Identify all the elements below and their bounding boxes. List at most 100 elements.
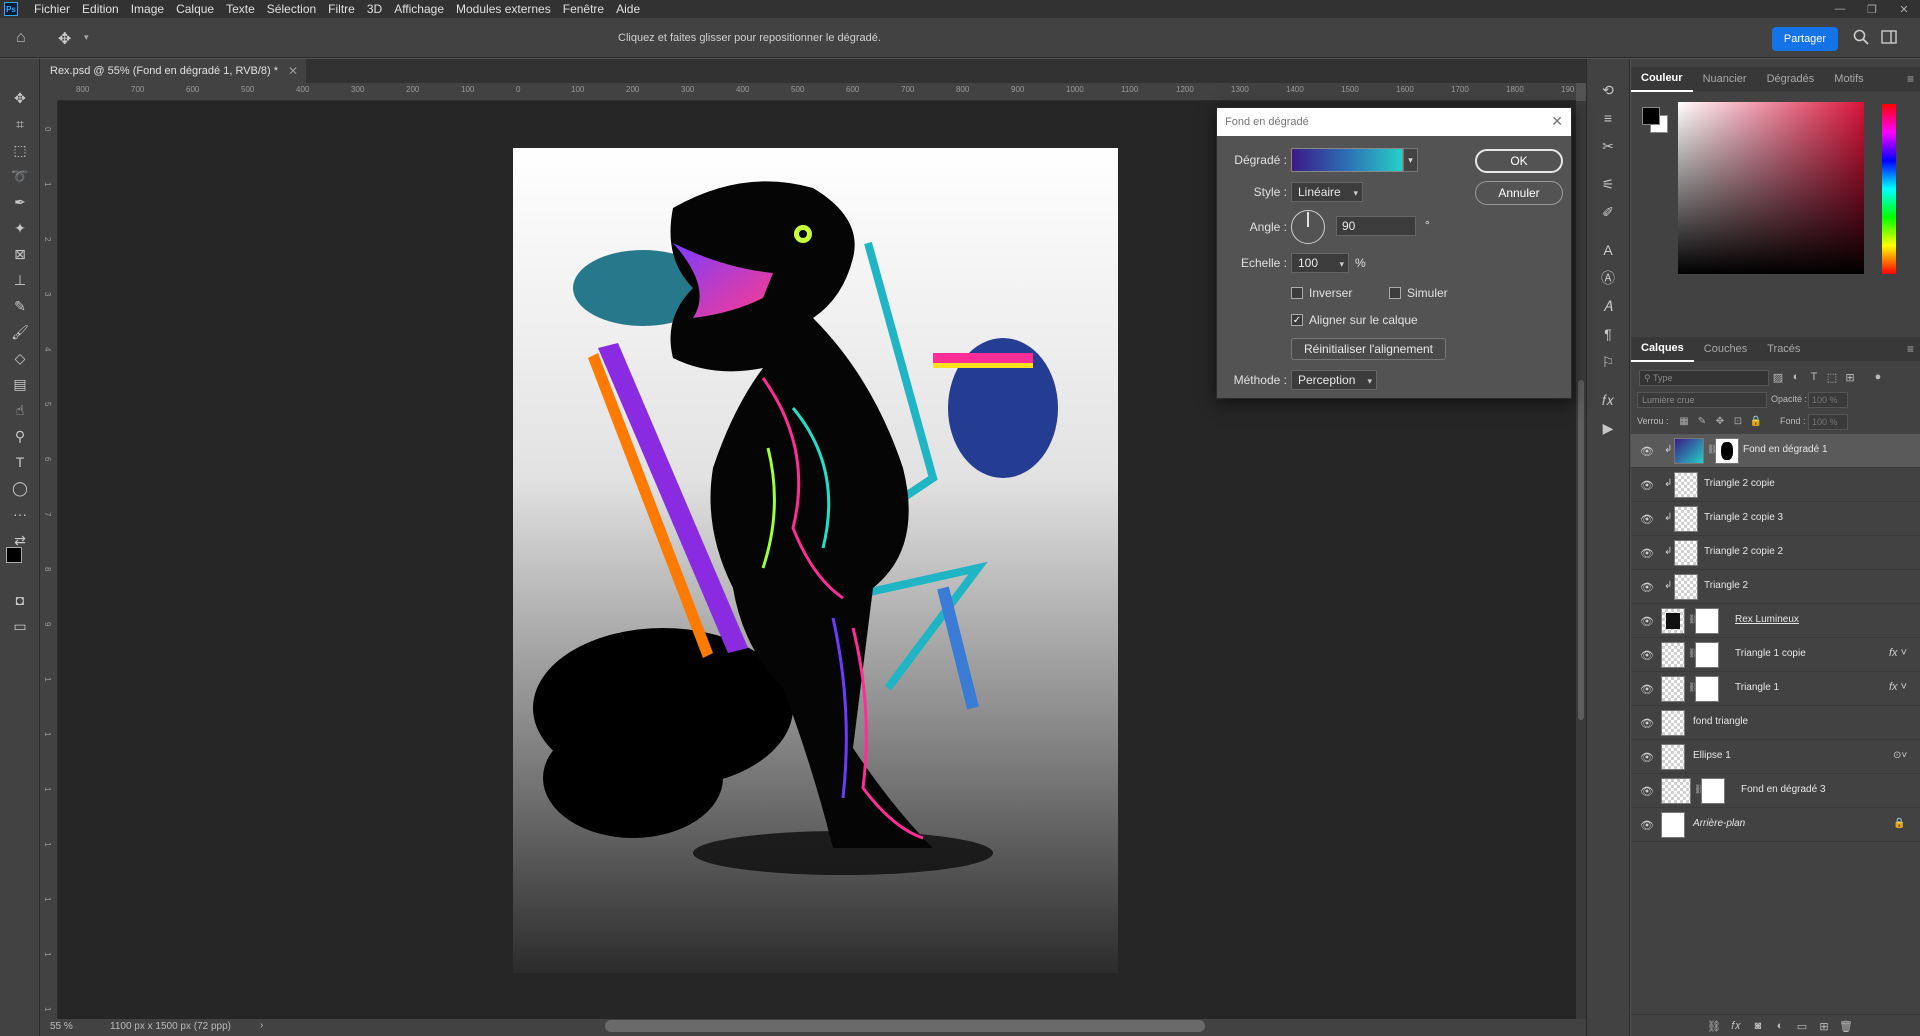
foreground-color[interactable] [1642, 107, 1660, 125]
ok-button[interactable]: OK [1475, 149, 1563, 173]
layer-row[interactable]: 👁 ↲ Triangle 2 [1631, 570, 1920, 604]
gradient-tool-icon[interactable]: ▤ [9, 373, 31, 395]
chevron-down-icon[interactable]: ▾ [84, 32, 89, 43]
menu-filtre[interactable]: Filtre [322, 0, 361, 18]
reverse-checkbox[interactable] [1291, 287, 1303, 299]
menu-modules-externes[interactable]: Modules externes [450, 0, 557, 18]
tab-traces[interactable]: Tracés [1757, 337, 1810, 361]
tab-couleur[interactable]: Couleur [1631, 66, 1693, 92]
fx-icon[interactable]: fx ˅ [1889, 647, 1907, 659]
properties-icon[interactable]: ⚟ [1597, 173, 1619, 195]
eye-icon[interactable]: 👁 [1640, 818, 1654, 832]
foreground-color-swatch[interactable] [6, 547, 22, 563]
chevron-down-icon[interactable]: ▾ [1403, 148, 1418, 172]
styles-fx-icon[interactable]: 𝑓𝑥 [1597, 389, 1619, 411]
new-layer-icon[interactable]: ⊞ [1817, 1019, 1831, 1033]
pen-icon[interactable]: ✒ [9, 191, 31, 213]
share-button[interactable]: Partager [1772, 27, 1838, 51]
move-tool-icon[interactable]: ✥ [58, 29, 71, 49]
tab-motifs[interactable]: Motifs [1824, 67, 1873, 91]
minimize-icon[interactable]: — [1824, 0, 1856, 18]
layer-row[interactable]: 👁 ↲ ⛓ Fond en dégradé 1 [1631, 434, 1920, 468]
horizontal-scroll-thumb[interactable] [605, 1020, 1205, 1032]
eye-icon[interactable]: 👁 [1640, 750, 1654, 764]
add-mask-icon[interactable]: ◙ [1751, 1019, 1765, 1033]
dodge-icon[interactable]: ⚲ [9, 425, 31, 447]
layer-row[interactable]: 👁 Arrière-plan 🔒 [1631, 808, 1920, 842]
zoom-level[interactable]: 55 % [50, 1021, 73, 1032]
menu-calque[interactable]: Calque [170, 0, 220, 18]
filter-shape-icon[interactable]: ⬚ [1825, 370, 1839, 384]
eye-icon[interactable]: 👁 [1640, 478, 1654, 492]
eye-icon[interactable]: 👁 [1640, 648, 1654, 662]
new-group-icon[interactable]: ▭ [1795, 1019, 1809, 1033]
close-icon[interactable]: ✕ [1551, 113, 1563, 130]
hue-slider[interactable] [1882, 104, 1896, 274]
magic-wand-icon[interactable]: ✦ [9, 217, 31, 239]
fx-icon[interactable]: fx ˅ [1889, 681, 1907, 693]
eraser-icon[interactable]: ◇ [9, 347, 31, 369]
menu-affichage[interactable]: Affichage [388, 0, 450, 18]
layer-row[interactable]: 👁 ↲ Triangle 2 copie 3 [1631, 502, 1920, 536]
panel-menu-icon[interactable]: ≡ [1907, 72, 1914, 86]
filter-pixel-icon[interactable]: ▨ [1771, 370, 1785, 384]
layer-row[interactable]: 👁 ⛓ Rex Lumineux [1631, 604, 1920, 638]
filter-adjustment-icon[interactable]: ◐ [1789, 370, 1803, 384]
paragraph-styles-icon[interactable]: ⚐ [1597, 351, 1619, 373]
search-icon[interactable] [1852, 28, 1870, 46]
method-select[interactable]: Perception ▾ [1291, 370, 1377, 390]
close-window-icon[interactable]: ✕ [1888, 0, 1920, 18]
character-styles-icon[interactable]: 𝐴 [1597, 295, 1619, 317]
color-picker-field[interactable] [1678, 102, 1864, 274]
tab-degrades[interactable]: Dégradés [1757, 67, 1825, 91]
move-icon[interactable]: ✥ [9, 87, 31, 109]
layers-menu-icon[interactable]: ≡ [1907, 342, 1914, 356]
eyedropper-icon[interactable]: ✎ [9, 295, 31, 317]
menu-edition[interactable]: Edition [76, 0, 125, 18]
blend-mode-select[interactable]: Lumière crue [1637, 392, 1767, 408]
layer-row[interactable]: 👁 ⛓ Triangle 1 copie fx ˅ [1631, 638, 1920, 672]
tab-nuancier[interactable]: Nuancier [1693, 67, 1757, 91]
layer-row[interactable]: 👁 ↲ Triangle 2 copie [1631, 468, 1920, 502]
menu-image[interactable]: Image [125, 0, 170, 18]
smart-filter-icon[interactable]: ⊙˅ [1893, 750, 1907, 761]
filter-smart-icon[interactable]: ⊞ [1843, 370, 1857, 384]
lasso-icon[interactable]: ➰ [9, 165, 31, 187]
document-tab[interactable]: Rex.psd @ 55% (Fond en dégradé 1, RVB/8)… [40, 59, 306, 83]
eye-icon[interactable]: 👁 [1640, 580, 1654, 594]
angle-input[interactable]: 90 [1336, 216, 1416, 236]
more-tools-icon[interactable]: ··· [9, 503, 31, 525]
vertical-scroll-thumb[interactable] [1578, 380, 1584, 720]
dialog-titlebar[interactable]: Fond en dégradé ✕ [1217, 108, 1571, 136]
quick-mask-icon[interactable]: ◘ [9, 589, 31, 611]
layer-filter-input[interactable]: ⚲ Type [1639, 370, 1769, 386]
opacity-input[interactable]: 100 % [1808, 392, 1848, 408]
align-checkbox[interactable]: ✓ [1291, 314, 1303, 326]
eye-icon[interactable]: 👁 [1640, 614, 1654, 628]
lock-position-icon[interactable]: ✥ [1713, 414, 1727, 428]
lock-transparency-icon[interactable]: ▦ [1677, 414, 1691, 428]
restore-icon[interactable]: ❐ [1856, 0, 1888, 18]
lock-paint-icon[interactable]: ✎ [1695, 414, 1709, 428]
marquee-icon[interactable]: ⬚ [9, 139, 31, 161]
layer-row[interactable]: 👁 fond triangle [1631, 706, 1920, 740]
close-tab-icon[interactable]: ✕ [288, 64, 298, 78]
menu-fenetre[interactable]: Fenêtre [557, 0, 610, 18]
brushes-icon[interactable]: ✐ [1597, 201, 1619, 223]
fill-input[interactable]: 100 % [1808, 414, 1848, 430]
layer-row[interactable]: 👁 Ellipse 1 ⊙˅ [1631, 740, 1920, 774]
smudge-icon[interactable]: ☝ [9, 399, 31, 421]
eye-icon[interactable]: 👁 [1640, 512, 1654, 526]
stamp-icon[interactable]: ⊥ [9, 269, 31, 291]
ellipse-tool-icon[interactable]: ◯ [9, 477, 31, 499]
lock-all-icon[interactable]: 🔒 [1749, 414, 1763, 428]
eye-icon[interactable]: 👁 [1640, 444, 1654, 458]
text-tool-icon[interactable]: T [9, 451, 31, 473]
filter-text-icon[interactable]: T [1807, 370, 1821, 384]
gradient-swatch[interactable] [1291, 148, 1403, 172]
eye-icon[interactable]: 👁 [1640, 716, 1654, 730]
screen-mode-icon[interactable]: ▭ [9, 615, 31, 637]
paragraph-icon[interactable]: ¶ [1597, 323, 1619, 345]
layer-row[interactable]: 👁 ⛓ Fond en dégradé 3 [1631, 774, 1920, 808]
history-icon[interactable]: ⟲ [1597, 79, 1619, 101]
